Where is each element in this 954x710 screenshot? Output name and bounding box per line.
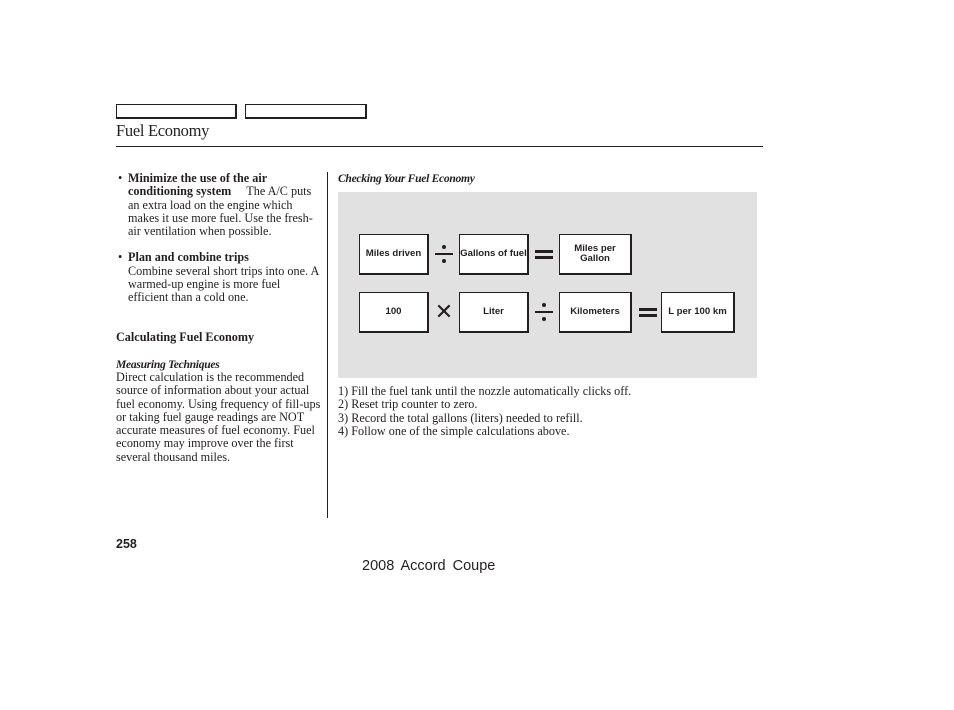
formula-box-100: 100	[359, 292, 429, 333]
multiply-icon: ✕	[434, 299, 454, 325]
footer-model: 2008 Accord Coupe	[362, 558, 496, 574]
equals-icon	[637, 292, 659, 332]
step-item: 4) Follow one of the simple calculations…	[338, 423, 570, 438]
tip-item: • Plan and combine trips Combine several…	[116, 251, 322, 304]
formula-box-liter: Liter	[459, 292, 529, 333]
tip-item: • Minimize the use of the air conditioni…	[116, 171, 322, 238]
equals-icon	[533, 234, 555, 274]
tip-text: Combine several short trips into one. A …	[128, 263, 319, 305]
tips-list: • Minimize the use of the air conditioni…	[116, 171, 322, 318]
bullet-icon: •	[118, 250, 123, 265]
steps-list: 1) Fill the fuel tank until the nozzle a…	[338, 384, 758, 438]
measuring-paragraph: Direct calculation is the recommended so…	[116, 370, 321, 464]
section-heading: Calculating Fuel Economy	[116, 330, 255, 344]
formula-box-miles-driven: Miles driven	[359, 234, 429, 275]
step-item: 2) Reset trip counter to zero.	[338, 397, 478, 412]
formula-box-kilometers: Kilometers	[559, 292, 632, 333]
bullet-icon: •	[118, 171, 123, 185]
header-tab-box-1	[116, 104, 237, 119]
step-item: 3) Record the total gallons (liters) nee…	[338, 410, 583, 425]
tip-lead: Plan and combine trips	[128, 250, 249, 265]
page-number: 258	[116, 537, 137, 551]
page-title: Fuel Economy	[116, 121, 210, 140]
header-tab-box-2	[245, 104, 367, 119]
header-rule	[116, 146, 763, 147]
formula-box-l-per-100km: L per 100 km	[661, 292, 735, 333]
subsection-heading: Checking Your Fuel Economy	[338, 172, 475, 185]
column-divider	[327, 172, 328, 518]
step-item: 1) Fill the fuel tank until the nozzle a…	[338, 384, 632, 398]
divide-icon	[533, 292, 555, 332]
divide-icon	[433, 234, 455, 274]
formula-box-mpg: Miles per Gallon	[559, 234, 632, 275]
formula-panel	[338, 192, 757, 378]
formula-box-gallons: Gallons of fuel	[459, 234, 529, 275]
